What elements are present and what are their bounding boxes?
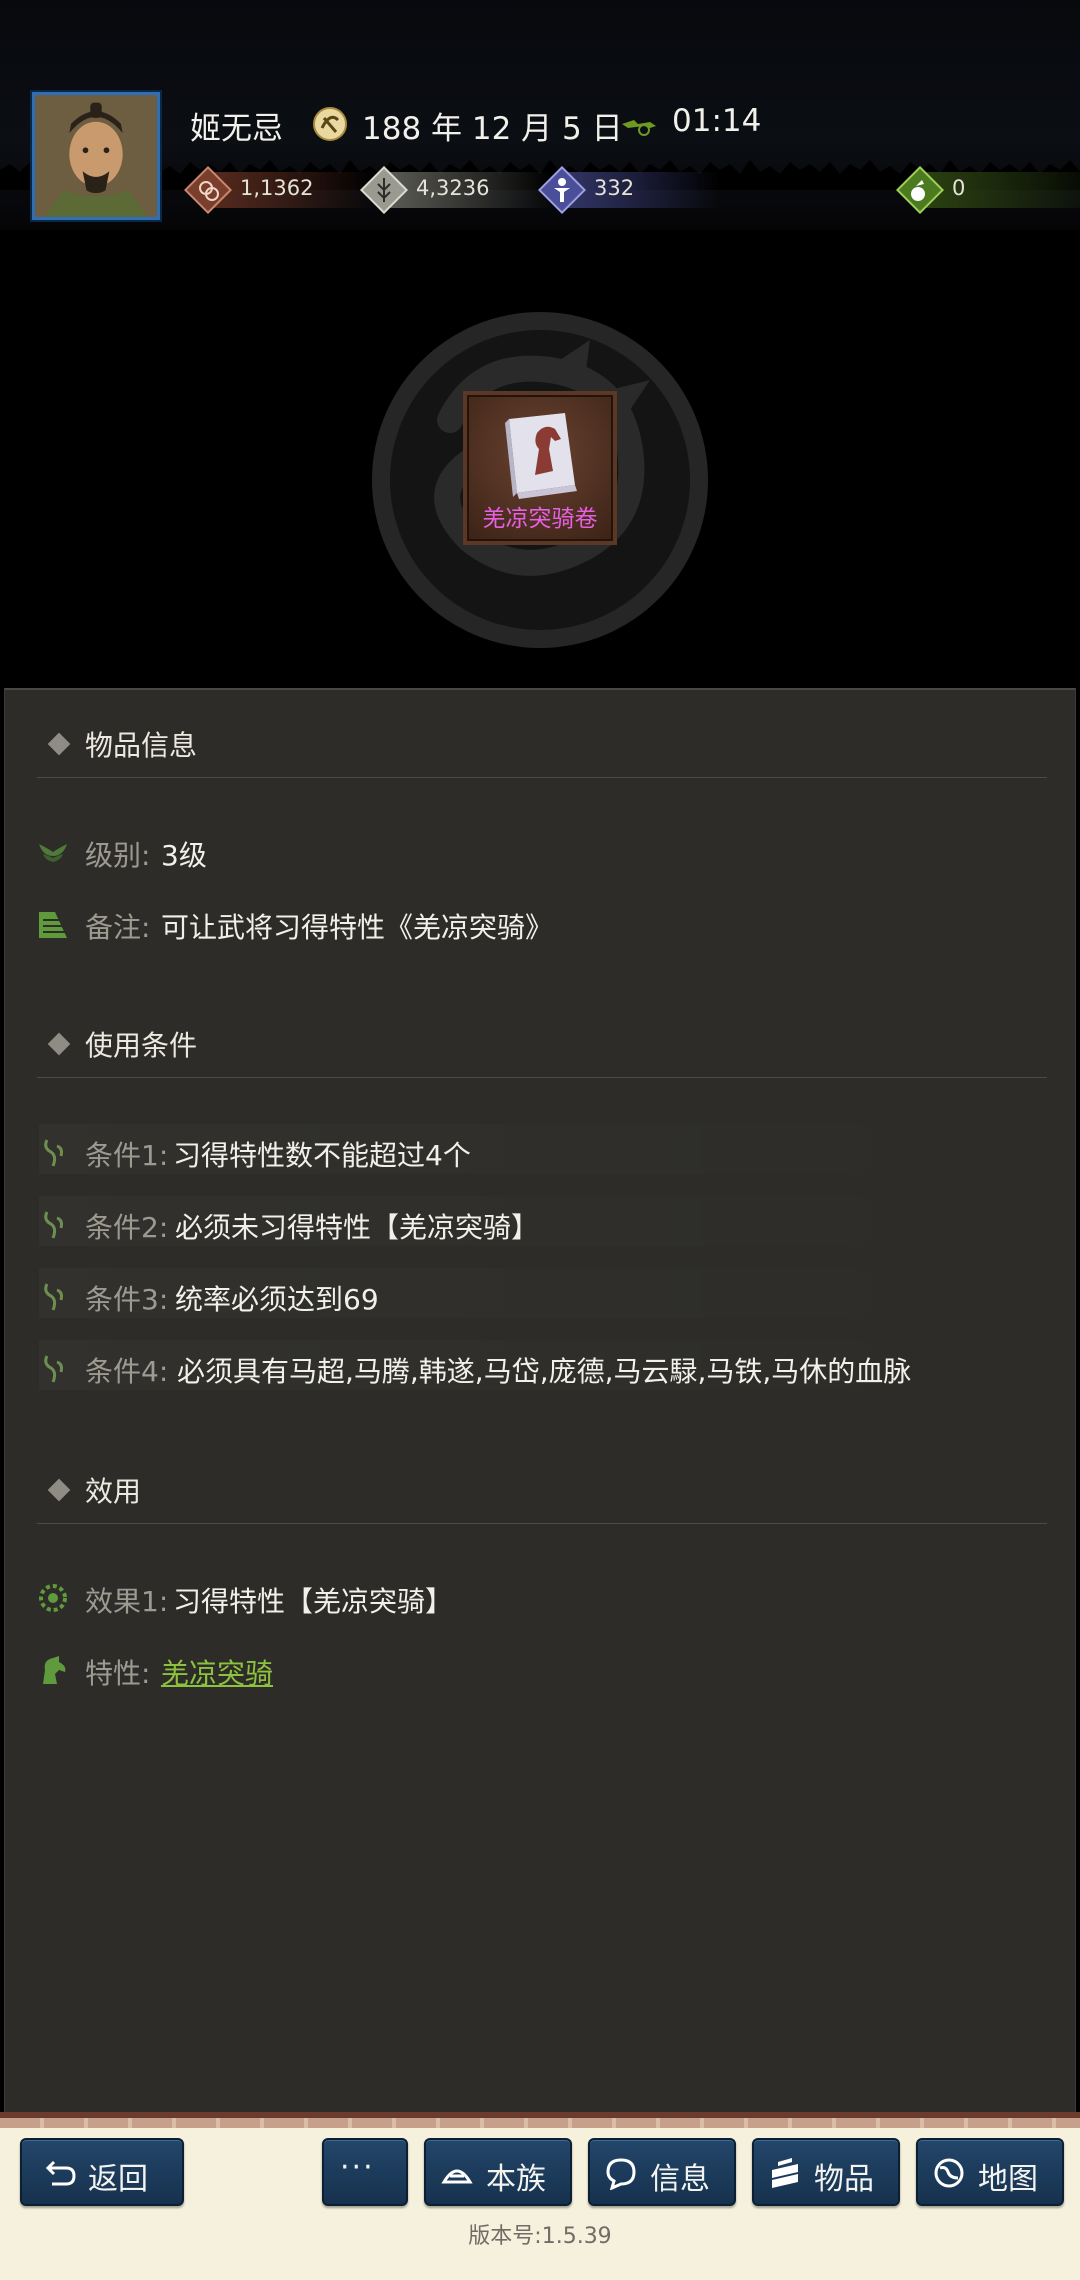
condition-label: 条件1: [85,1139,169,1172]
condition-row: 条件4: 必须具有马超,马腾,韩遂,马岱,庞德,马云騄,马铁,马休的血脉 [37,1346,1037,1392]
item-detail-panel[interactable]: 物品信息 级别: 3级 备注: 可让武将习得特性《羌凉突骑》 使用条件 条件1:… [4,688,1076,2120]
horse-head-icon [43,1656,66,1684]
globe-icon [934,2158,964,2188]
item-showcase: 羌凉突骑卷 [0,230,1080,688]
info-button[interactable]: 信息 [588,2138,736,2206]
resource-gold[interactable]: 1,1362 [184,166,376,214]
diamond-bullet-icon [47,1032,71,1056]
condition-label: 条件3: [85,1283,169,1316]
calendar-seal-icon [313,107,347,141]
bar-trim [0,2118,1080,2128]
resource-grain[interactable]: 4,3236 [360,166,552,214]
rank-wings-icon [39,844,67,862]
note-row: 备注: 可让武将习得特性《羌凉突骑》 [37,902,937,948]
trait-row: 特性: 羌凉突骑 [37,1648,937,1694]
horse-book-icon [505,413,577,499]
trait-label: 特性: [85,1657,151,1690]
note-label: 备注: [85,911,151,944]
condition-label: 条件2: [85,1211,169,1244]
trait-link[interactable]: 羌凉突骑 [161,1652,273,1692]
coin-icon [184,166,232,214]
resource-gold-value: 1,1362 [240,176,314,200]
items-button[interactable]: 物品 [752,2138,900,2206]
info-button-label: 信息 [650,2162,710,2197]
more-button[interactable]: ··· [322,2138,408,2206]
items-button-label: 物品 [814,2162,874,2197]
condition-row: 条件1: 习得特性数不能超过4个 [37,1130,937,1176]
clan-button[interactable]: 本族 [424,2138,572,2206]
note-value: 可让武将习得特性《羌凉突骑》 [161,911,554,944]
resource-troops[interactable]: 332 [538,166,720,214]
level-label: 级别: [85,839,151,872]
level-value: 3级 [161,839,207,872]
grain-icon [360,166,408,214]
condition-row: 条件2: 必须未习得特性【羌凉突骑】 [37,1202,937,1248]
section-title: 使用条件 [85,1029,198,1062]
more-button-label: ··· [340,2150,375,2185]
gear-effect-icon [39,1584,67,1612]
sprout-icon [44,1211,63,1239]
bottom-nav-bar: 返回 ··· 本族 信息 物品 地图 版本号:1.5.39 [0,2112,1080,2280]
back-button-label: 返回 [88,2162,148,2197]
map-button-label: 地图 [978,2162,1038,2197]
pouch-icon [896,166,944,214]
section-title: 效用 [85,1475,142,1508]
resource-pouch-value: 0 [952,176,966,200]
resource-pouch[interactable]: 0 [896,166,1080,214]
effect-value: 习得特性【羌凉突骑】 [173,1585,454,1618]
condition-value: 必须具有马超,马腾,韩遂,马岱,庞德,马云騄,马铁,马休的血脉 [177,1355,912,1388]
chariot-icon [622,120,656,136]
section-title: 物品信息 [85,729,198,762]
section-header-effect: 效用 [37,1464,1047,1524]
map-button[interactable]: 地图 [916,2138,1064,2206]
bag-icon [772,2158,798,2188]
resource-grain-value: 4,3236 [416,176,490,200]
sprout-icon [44,1355,63,1383]
condition-value: 统率必须达到69 [175,1283,379,1316]
sprout-icon [44,1139,63,1167]
game-time: 01:14 [672,103,762,139]
player-name: 姬无忌 [190,111,283,147]
undo-arrow-icon [45,2160,76,2186]
soldier-icon [538,166,586,214]
resource-troops-value: 332 [594,176,635,200]
game-date: 188 年 12 月 5 日 [362,111,623,147]
level-row: 级别: 3级 [37,830,937,876]
scroll-note-icon [39,912,67,938]
speech-bubble-icon [606,2158,636,2190]
section-header-item-info: 物品信息 [37,718,1047,778]
condition-value: 习得特性数不能超过4个 [173,1139,471,1172]
back-button[interactable]: 返回 [20,2138,184,2206]
condition-value: 必须未习得特性【羌凉突骑】 [175,1211,540,1244]
clan-button-label: 本族 [486,2162,546,2197]
diamond-bullet-icon [47,732,71,756]
diamond-bullet-icon [47,1478,71,1502]
clan-hat-icon [441,2169,473,2184]
effect-row: 效果1: 习得特性【羌凉突骑】 [37,1576,937,1622]
version-label: 版本号:1.5.39 [468,2224,612,2249]
sprout-icon [44,1283,63,1311]
section-header-conditions: 使用条件 [37,1018,1047,1078]
player-avatar[interactable] [32,92,160,220]
condition-row: 条件3: 统率必须达到69 [37,1274,937,1320]
effect-label: 效果1: [85,1585,169,1618]
item-card-name: 羌凉突骑卷 [482,506,598,532]
condition-label: 条件4: [85,1355,169,1388]
item-card[interactable]: 羌凉突骑卷 [463,391,617,545]
